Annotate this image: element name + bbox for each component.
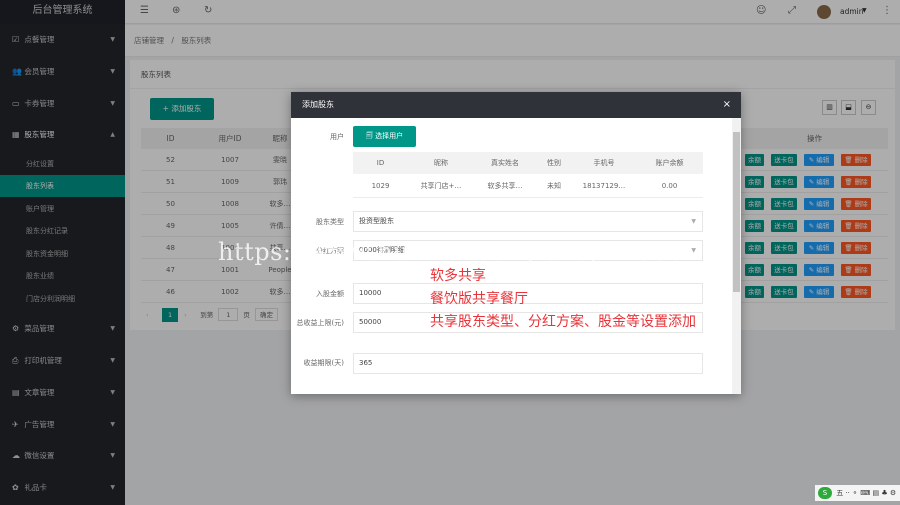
user-table-header: 真实姓名	[474, 152, 536, 174]
select-user-button[interactable]: 🗐 选择用户	[353, 126, 416, 147]
user-table-header: 性别	[536, 152, 572, 174]
ime-toolbar[interactable]: S 五 ·· ⚬ ⌨ ▤ ♣ ⚙	[815, 485, 900, 501]
user-label: 用户	[330, 133, 344, 141]
close-icon[interactable]: ×	[723, 92, 731, 118]
user-table-cell: 1029	[371, 182, 390, 190]
ime-status: 五 ·· ⚬ ⌨ ▤ ♣ ⚙	[836, 489, 897, 497]
user-table-header: 昵称	[408, 152, 474, 174]
field-label-amount: 入股金额	[316, 290, 344, 298]
user-table-cell: 0.00	[661, 182, 678, 190]
user-table-cell: 软多共享…	[487, 182, 523, 190]
select-value: 投资型股东	[359, 217, 394, 225]
user-table-header: 手机号	[572, 152, 636, 174]
modal-header: 添加股东 ×	[291, 92, 741, 118]
user-table-header: 账户余额	[636, 152, 703, 174]
modal-scrollbar[interactable]	[732, 118, 741, 394]
chevron-down-icon: ▼	[691, 218, 696, 225]
user-table-cell: 共享门店+…	[420, 182, 462, 190]
promo-line: 餐饮版共享餐厅	[430, 291, 528, 307]
promo-line: 共享股东类型、分红方案、股金等设置添加	[430, 314, 696, 330]
user-table-cell: 未知	[547, 182, 561, 190]
field-label-period: 收益期限(天)	[303, 359, 344, 367]
scrollbar-thumb[interactable]	[733, 132, 740, 292]
field-label-type: 股东类型	[316, 218, 344, 226]
user-table-header: ID	[353, 152, 408, 174]
field-label-limit: 总收益上限(元)	[296, 319, 344, 327]
promo-line: 软多共享	[430, 268, 486, 284]
investment-amount-input[interactable]: 10000	[353, 283, 703, 304]
modal-title: 添加股东	[302, 100, 334, 109]
watermark: https://www.huzhan.com/ishop21956	[218, 238, 685, 266]
shareholder-type-select[interactable]: 投资型股东 ▼	[353, 211, 703, 232]
divider	[353, 197, 703, 198]
chevron-down-icon: ▼	[691, 247, 696, 254]
ime-logo-icon: S	[818, 487, 832, 499]
user-table-cell: 18137129…	[582, 182, 626, 190]
income-period-input[interactable]: 365	[353, 353, 703, 374]
